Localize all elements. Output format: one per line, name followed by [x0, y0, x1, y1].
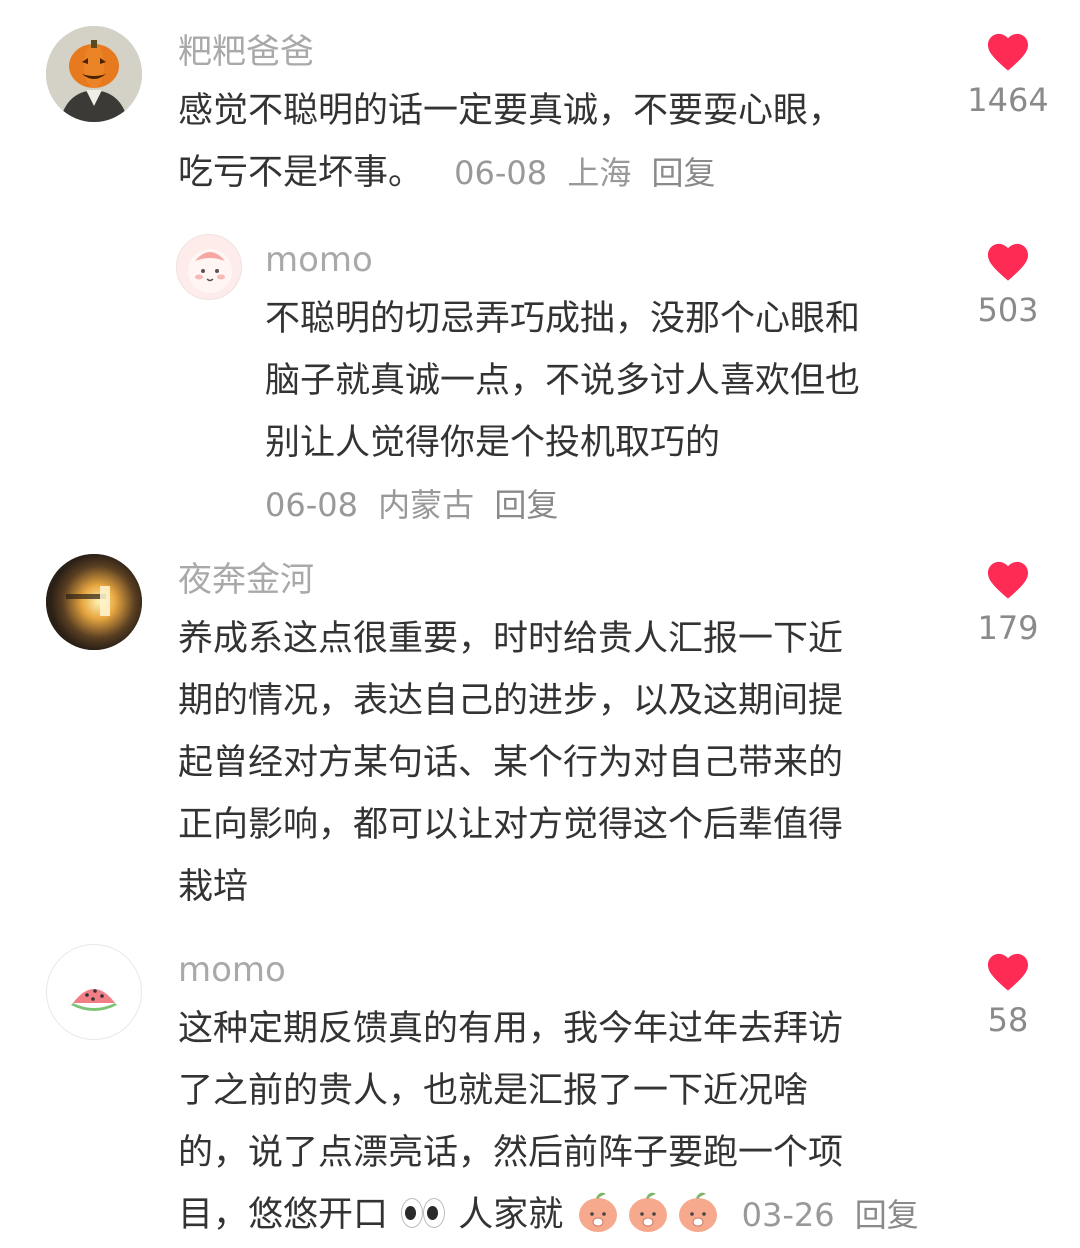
comment-text: 养成系这点很重要，时时给贵人汇报一下近 期的情况，表达自己的进步，以及这期间提 … — [178, 608, 843, 918]
comment-username[interactable]: momo — [178, 950, 286, 990]
like-count: 503 — [977, 291, 1039, 329]
comment-location: 上海 — [567, 154, 632, 192]
comment-text-line: 起曾经对方某句话、某个行为对自己带来的 — [178, 743, 844, 783]
comment-text-line: 养成系这点很重要，时时给贵人汇报一下近 — [178, 619, 844, 659]
comment-item: 粑粑爸爸 感觉不聪明的话一定要真诚，不要耍心眼， 吃亏不是坏事。 06-08 上… — [0, 0, 1080, 220]
heart-icon — [987, 243, 1029, 281]
comment-text-line-wrap: 目，悠悠开口 人家就 03-26 回复 — [178, 1184, 929, 1246]
like-button[interactable]: 58 — [958, 950, 1058, 1040]
like-button[interactable]: 179 — [958, 558, 1058, 648]
heart-icon — [987, 953, 1029, 991]
comment-date: 06-08 — [454, 154, 548, 192]
comment-text-line: 期的情况，表达自己的进步，以及这期间提 — [178, 681, 844, 721]
comment-meta: 06-08 内蒙古 回复 — [265, 474, 860, 536]
like-button[interactable]: 1464 — [958, 30, 1058, 120]
reply-button[interactable]: 回复 — [855, 1196, 919, 1234]
comment-text-line: 的，说了点漂亮话，然后前阵子要跑一个项 — [178, 1133, 844, 1173]
comment-text: 感觉不聪明的话一定要真诚，不要耍心眼， 吃亏不是坏事。 06-08 上海 回复 — [178, 80, 843, 204]
peach-emoji-icon — [629, 1192, 668, 1232]
comment-username[interactable]: momo — [265, 240, 373, 280]
comment-text-line: 目，悠悠开口 — [178, 1195, 389, 1235]
comment-item: momo 这种定期反馈真的有用，我今年过年去拜访 了之前的贵人，也就是汇报了一下… — [0, 930, 1080, 1248]
comment-reply-item: momo 不聪明的切忌弄巧成拙，没那个心眼和 脑子就真诚一点，不说多讨人喜欢但也… — [0, 220, 1080, 540]
comment-text-line: 吃亏不是坏事。 — [178, 153, 424, 193]
comment-text-line: 栽培 — [178, 867, 249, 907]
comment-date: 06-08 — [265, 486, 358, 524]
pumpkin-head-avatar[interactable] — [46, 26, 142, 122]
comment-text-line: 这种定期反馈真的有用，我今年过年去拜访 — [178, 1009, 844, 1049]
reply-button[interactable]: 回复 — [494, 486, 558, 524]
comment-text: 不聪明的切忌弄巧成拙，没那个心眼和 脑子就真诚一点，不说多讨人喜欢但也 别让人觉… — [265, 288, 860, 536]
like-button[interactable]: 503 — [958, 240, 1058, 330]
comment-text-line: 感觉不聪明的话一定要真诚，不要耍心眼， — [178, 91, 844, 131]
peach-emoji-icon — [579, 1192, 618, 1232]
lamp-photo-avatar[interactable] — [46, 554, 142, 650]
pink-blob-avatar[interactable] — [176, 234, 242, 300]
comment-text-line: 不聪明的切忌弄巧成拙，没那个心眼和 — [265, 299, 861, 339]
comment-username[interactable]: 粑粑爸爸 — [178, 32, 314, 72]
comment-text-line: 了之前的贵人，也就是汇报了一下近况啥 — [178, 1071, 809, 1111]
comment-meta: 03-26 回复 — [742, 1196, 929, 1234]
like-count: 58 — [987, 1001, 1029, 1039]
heart-icon — [987, 33, 1029, 71]
comment-text: 这种定期反馈真的有用，我今年过年去拜访 了之前的贵人，也就是汇报了一下近况啥 的… — [178, 998, 929, 1246]
like-count: 1464 — [967, 81, 1049, 119]
comment-date: 03-26 — [741, 1196, 835, 1234]
peach-emoji-icon — [679, 1192, 718, 1232]
comment-text-line: 正向影响，都可以让对方觉得这个后辈值得 — [178, 805, 844, 845]
reply-button[interactable]: 回复 — [652, 154, 716, 192]
comment-item: 夜奔金河 养成系这点很重要，时时给贵人汇报一下近 期的情况，表达自己的进步，以及… — [0, 540, 1080, 930]
comment-text-line: 脑子就真诚一点，不说多讨人喜欢但也 — [265, 361, 861, 401]
watermelon-avatar[interactable] — [46, 944, 142, 1040]
comment-meta: 06-08 上海 回复 — [454, 154, 725, 192]
comment-text-line: 别让人觉得你是个投机取巧的 — [265, 423, 721, 463]
comment-location: 内蒙古 — [378, 486, 475, 524]
like-count: 179 — [977, 609, 1039, 647]
comment-text-line-wrap: 吃亏不是坏事。 06-08 上海 回复 — [178, 142, 843, 204]
heart-icon — [987, 561, 1029, 599]
eyes-emoji-icon — [399, 1196, 447, 1230]
comment-username[interactable]: 夜奔金河 — [178, 560, 314, 600]
comment-text-line: 人家就 — [458, 1195, 564, 1235]
